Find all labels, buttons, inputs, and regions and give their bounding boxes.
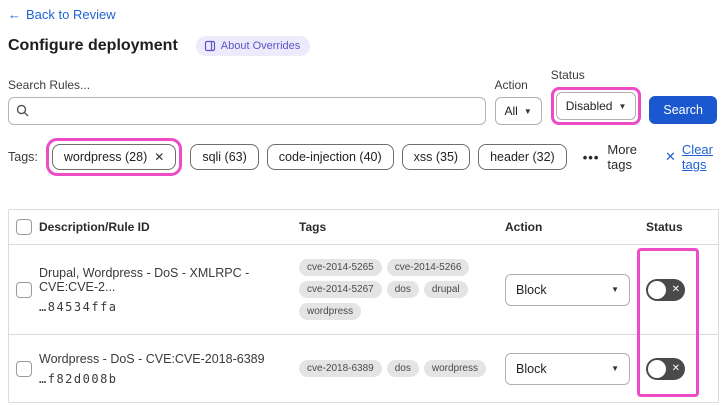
- row-description: Wordpress - DoS - CVE:CVE-2018-6389: [39, 351, 265, 366]
- tag-pill: wordpress: [423, 360, 486, 377]
- tag-pill: cve-2014-5266: [386, 259, 470, 276]
- search-icon: [16, 104, 29, 122]
- status-filter-dropdown[interactable]: Disabled ▼: [555, 92, 637, 120]
- row-tags: cve-2018-6389 dos wordpress: [299, 360, 486, 377]
- action-select-value: Block: [516, 361, 547, 376]
- tag-pill: drupal: [423, 281, 468, 298]
- clear-tags-x-icon: ✕: [665, 149, 676, 164]
- status-toggle[interactable]: ✕: [646, 278, 685, 301]
- row-description: Drupal, Wordpress - DoS - XMLRPC - CVE:C…: [39, 265, 250, 294]
- action-filter-dropdown[interactable]: All ▼: [494, 97, 542, 125]
- chevron-down-icon: ▼: [611, 364, 619, 373]
- row-tags: cve-2014-5265 cve-2014-5266 cve-2014-5267 d…: [299, 259, 493, 320]
- action-select-value: Block: [516, 282, 547, 297]
- column-header-tags: Tags: [299, 220, 327, 234]
- tag-filter-wordpress[interactable]: wordpress (28) ✕: [51, 144, 177, 170]
- back-arrow-icon: ←: [8, 7, 21, 22]
- status-filter-value: Disabled: [565, 99, 613, 113]
- about-overrides-label: About Overrides: [220, 40, 301, 52]
- select-all-checkbox[interactable]: [16, 219, 32, 235]
- tag-pill: cve-2014-5265: [299, 259, 382, 276]
- tag-filter-pill[interactable]: code-injection (40): [266, 144, 394, 170]
- tag-pill: cve-2018-6389: [299, 360, 382, 377]
- tag-pill: dos: [386, 360, 419, 377]
- action-filter-value: All: [504, 104, 518, 118]
- remove-tag-icon[interactable]: ✕: [154, 150, 164, 164]
- row-checkbox[interactable]: [16, 281, 32, 298]
- action-select[interactable]: Block ▼: [505, 273, 630, 306]
- tag-pill: dos: [386, 281, 419, 298]
- back-to-review-link[interactable]: ← Back to Review: [8, 7, 116, 22]
- chevron-down-icon: ▼: [618, 101, 627, 111]
- column-header-action: Action: [505, 220, 543, 234]
- rules-table: Description/Rule ID Tags Action Status D…: [8, 209, 719, 403]
- status-filter-label: Status: [550, 68, 585, 82]
- table-header-row: Description/Rule ID Tags Action Status: [9, 210, 718, 245]
- table-row: Wordpress - DoS - CVE:CVE-2018-6389 …f82…: [9, 335, 718, 402]
- row-checkbox[interactable]: [16, 360, 32, 377]
- tag-pill: cve-2014-5267: [299, 281, 382, 298]
- action-select[interactable]: Block ▼: [505, 352, 630, 385]
- ellipsis-icon: •••: [582, 149, 600, 165]
- title-row: Configure deployment About Overrides: [8, 36, 717, 56]
- row-rule-id: …84534ffa: [39, 299, 118, 314]
- clear-tags-label: Clear tags: [681, 142, 713, 172]
- column-header-status: Status: [646, 220, 683, 234]
- tag-pill: wordpress: [299, 303, 362, 320]
- table-body: Drupal, Wordpress - DoS - XMLRPC - CVE:C…: [9, 245, 718, 402]
- tag-filter-pill[interactable]: header (32): [478, 144, 567, 170]
- row-rule-id: …f82d008b: [39, 371, 118, 386]
- toggle-off-x-icon: ✕: [671, 283, 680, 295]
- tags-filter-row: Tags: wordpress (28) ✕ sqli (63) code-inj…: [8, 138, 717, 176]
- status-filter-highlight: Disabled ▼: [550, 87, 642, 125]
- about-overrides-badge[interactable]: About Overrides: [195, 36, 311, 56]
- book-icon: [204, 40, 215, 52]
- chevron-down-icon: ▼: [611, 285, 619, 294]
- table-row: Drupal, Wordpress - DoS - XMLRPC - CVE:C…: [9, 245, 718, 335]
- toggle-knob: [648, 359, 666, 378]
- tags-label: Tags:: [8, 150, 38, 164]
- toggle-off-x-icon: ✕: [671, 362, 680, 374]
- clear-tags-link[interactable]: ✕ Clear tags: [665, 142, 717, 172]
- tag-filter-pill[interactable]: xss (35): [401, 144, 471, 170]
- more-tags-label: More tags: [607, 142, 637, 172]
- tag-filter-pill[interactable]: sqli (63): [190, 144, 259, 170]
- filter-row: Search Rules... Action All ▼ Status Disa…: [8, 68, 717, 125]
- search-rules-input[interactable]: [8, 97, 486, 125]
- back-link-label: Back to Review: [26, 7, 116, 22]
- toggle-knob: [648, 280, 666, 299]
- selected-tag-highlight: wordpress (28) ✕: [45, 138, 183, 176]
- status-toggle[interactable]: ✕: [646, 357, 685, 380]
- selected-tag-label: wordpress (28): [63, 150, 148, 164]
- configure-deployment-page: ← Back to Review Configure deployment Ab…: [0, 0, 725, 403]
- chevron-down-icon: ▼: [523, 106, 532, 116]
- column-header-description: Description/Rule ID: [39, 220, 150, 234]
- action-filter-label: Action: [494, 78, 528, 92]
- search-rules-label: Search Rules...: [8, 78, 91, 92]
- more-tags-button[interactable]: ••• More tags: [583, 142, 639, 172]
- search-button[interactable]: Search: [649, 96, 717, 124]
- page-title: Configure deployment: [8, 37, 178, 54]
